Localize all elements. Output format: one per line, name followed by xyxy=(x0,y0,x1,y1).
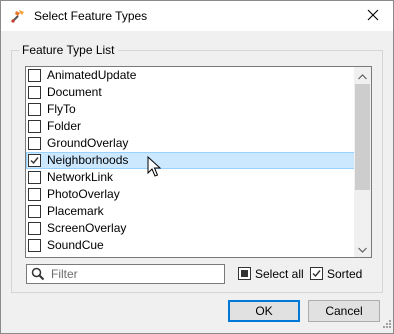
list-item[interactable]: NetworkLink xyxy=(26,169,355,186)
list-item[interactable]: Folder xyxy=(26,118,355,135)
item-label: PhotoOverlay xyxy=(47,187,120,201)
item-label: Document xyxy=(47,85,102,99)
item-label: FlyTo xyxy=(47,102,76,116)
item-checkbox[interactable] xyxy=(28,154,41,167)
list-item[interactable]: PhotoOverlay xyxy=(26,186,355,203)
item-label: AnimatedUpdate xyxy=(47,68,137,82)
search-icon xyxy=(31,267,45,284)
item-checkbox[interactable] xyxy=(28,103,41,116)
mouse-pointer-icon xyxy=(147,155,162,181)
dialog-title: Select Feature Types xyxy=(34,9,148,23)
ok-button-label: OK xyxy=(255,304,273,318)
close-button[interactable] xyxy=(353,1,393,31)
item-label: NetworkLink xyxy=(47,170,114,184)
list-item[interactable]: GroundOverlay xyxy=(26,135,355,152)
ok-button[interactable]: OK xyxy=(228,300,300,322)
item-label: SoundCue xyxy=(47,238,104,252)
list-item[interactable]: SoundCue xyxy=(26,237,355,254)
item-checkbox[interactable] xyxy=(28,69,41,82)
chevron-down-icon xyxy=(358,242,367,256)
item-checkbox[interactable] xyxy=(28,120,41,133)
feature-type-listbox[interactable]: AnimatedUpdate Document FlyTo Folder GroundO… xyxy=(25,66,372,258)
cancel-button[interactable]: Cancel xyxy=(308,300,380,322)
feature-type-list: AnimatedUpdate Document FlyTo Folder GroundO… xyxy=(26,67,355,254)
fme-workbench-icon xyxy=(10,8,26,24)
list-item[interactable]: ScreenOverlay xyxy=(26,220,355,237)
item-label: GroundOverlay xyxy=(47,136,129,150)
sorted-checkbox[interactable]: Sorted xyxy=(310,266,362,281)
select-feature-types-dialog: Select Feature Types Feature Type List A… xyxy=(0,0,394,334)
item-checkbox[interactable] xyxy=(28,137,41,150)
feature-type-list-label: Feature Type List xyxy=(19,43,118,57)
list-item[interactable]: Document xyxy=(26,84,355,101)
item-checkbox[interactable] xyxy=(28,188,41,201)
close-icon xyxy=(367,9,379,24)
item-checkbox[interactable] xyxy=(28,86,41,99)
item-checkbox[interactable] xyxy=(28,222,41,235)
filter-field[interactable] xyxy=(26,264,225,284)
item-checkbox[interactable] xyxy=(28,205,41,218)
title-bar: Select Feature Types xyxy=(1,1,393,31)
list-item[interactable]: Neighborhoods xyxy=(26,152,355,169)
select-all-box[interactable] xyxy=(238,267,251,280)
item-checkbox[interactable] xyxy=(28,171,41,184)
sorted-label: Sorted xyxy=(327,266,363,281)
item-label: Placemark xyxy=(47,204,104,218)
scroll-thumb[interactable] xyxy=(355,84,370,190)
sorted-box[interactable] xyxy=(310,267,323,280)
item-label: ScreenOverlay xyxy=(47,221,127,235)
item-label: Neighborhoods xyxy=(47,153,129,167)
select-all-checkbox[interactable]: Select all xyxy=(238,266,304,281)
item-label: Folder xyxy=(47,119,82,133)
item-checkbox[interactable] xyxy=(28,239,41,252)
select-all-label: Select all xyxy=(255,266,304,281)
scroll-down-button[interactable] xyxy=(354,240,371,257)
scroll-up-button[interactable] xyxy=(354,67,371,84)
list-item[interactable]: FlyTo xyxy=(26,101,355,118)
vertical-scrollbar[interactable] xyxy=(354,67,371,257)
filter-input[interactable] xyxy=(51,266,221,282)
resize-grip-icon[interactable] xyxy=(381,317,391,331)
chevron-up-icon xyxy=(358,69,367,83)
cancel-button-label: Cancel xyxy=(325,304,363,318)
list-item[interactable]: AnimatedUpdate xyxy=(26,67,355,84)
list-item[interactable]: Placemark xyxy=(26,203,355,220)
